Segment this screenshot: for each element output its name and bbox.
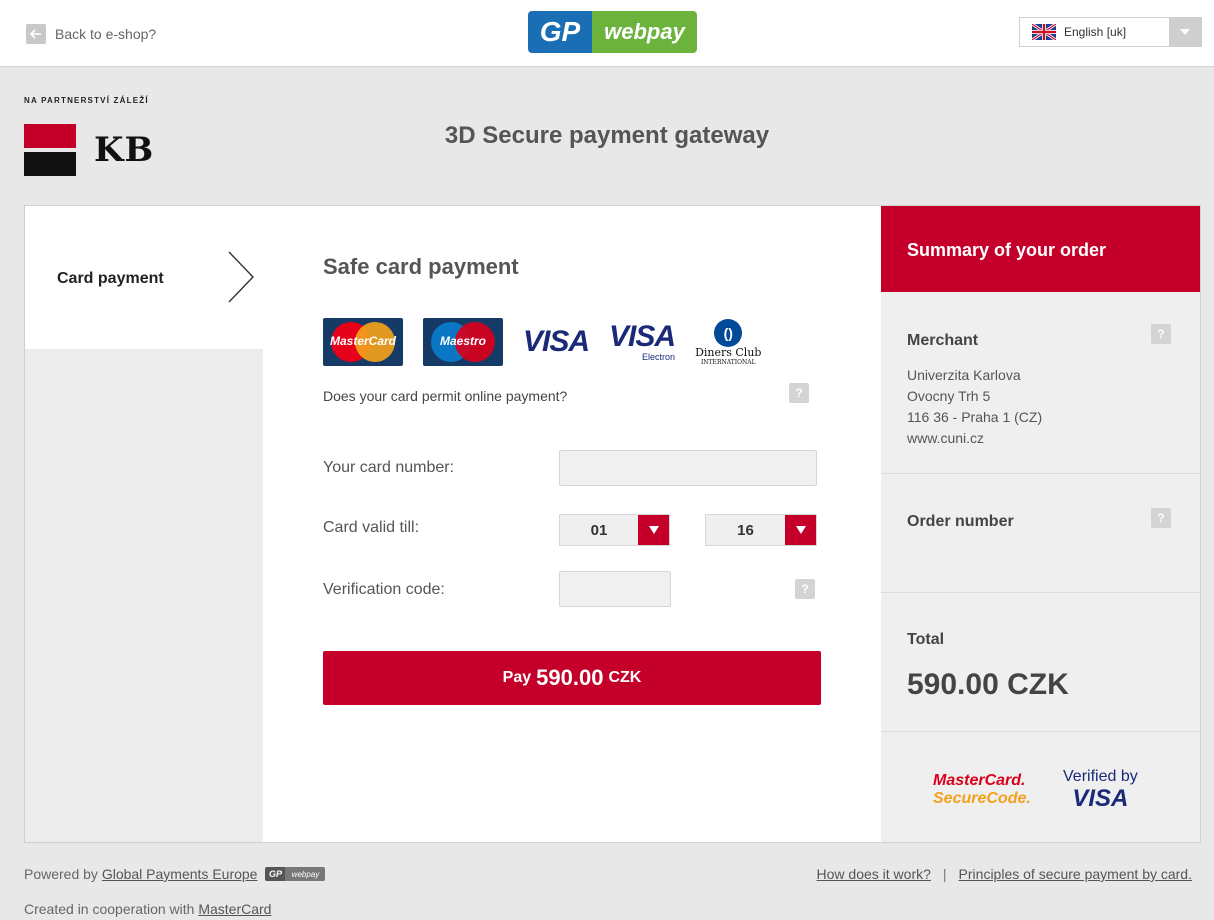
top-bar: Back to e-shop? GP webpay English [uk] [0,0,1214,67]
gp-webpay-logo: GP webpay [528,11,697,53]
merchant-address: Univerzita Karlova Ovocny Trh 5 116 36 -… [907,365,1042,449]
diners-mark-icon: () [714,318,743,347]
help-icon-order[interactable]: ? [1151,508,1171,528]
bank-tagline: NA PARTNERSTVÍ ZÁLEŽÍ [24,96,149,105]
how-does-it-work-link[interactable]: How does it work? [817,866,931,882]
card-permit-question: Does your card permit online payment? [323,388,568,404]
pay-amount: 590.00 [536,665,604,690]
chevron-down-icon [785,515,816,545]
visa-electron-text: VISA [609,320,676,353]
diners-subtext: INTERNATIONAL [700,358,756,366]
vbv-line1: Verified by [1063,768,1138,785]
payment-panel: Card payment Safe card payment MasterCar… [24,205,1201,843]
visa-electron-logo: VISA Electron [609,320,676,363]
valid-till-label: Card valid till: [323,519,420,536]
help-icon-cvc[interactable]: ? [795,579,815,599]
card-form: Safe card payment MasterCard Maestro VIS… [263,206,881,842]
diners-text: Diners Club [695,345,762,359]
step-card-payment[interactable]: Card payment [25,206,263,349]
help-icon-merchant[interactable]: ? [1151,324,1171,344]
footer-separator: | [942,866,947,882]
back-label: Back to e-shop? [55,26,157,42]
pay-button[interactable]: Pay 590.00 CZK [323,651,821,705]
language-label: English [uk] [1064,25,1127,39]
pay-currency: CZK [608,669,642,686]
uk-flag-icon [1032,24,1056,40]
card-number-input[interactable] [559,450,817,486]
mastercard-text: MasterCard [329,334,397,348]
gp-logo-left: GP [528,11,592,53]
mastercard-link[interactable]: MasterCard [198,901,271,917]
form-title: Safe card payment [323,254,519,279]
merchant-city: 116 36 - Praha 1 (CZ) [907,409,1043,425]
summary-header: Summary of your order [881,206,1200,292]
order-summary: Summary of your order Merchant ? Univerz… [881,206,1200,842]
chevron-down-icon[interactable] [1169,18,1201,46]
steps-sidebar: Card payment [25,206,263,842]
mini-logo-right: webpay [285,867,326,881]
expiry-year-select[interactable]: 16 [705,514,817,546]
expiry-month-value: 01 [590,521,608,539]
back-to-eshop-link[interactable]: Back to e-shop? [26,24,156,44]
summary-title: Summary of your order [907,240,1107,260]
gp-logo-right: webpay [592,11,697,53]
visa-logo: VISA [523,325,590,358]
mastercard-logo: MasterCard [323,318,403,366]
mini-logo-left: GP [265,867,286,881]
footer-cooperation: Created in cooperation with MasterCard [24,901,271,917]
secure-payment-principles-link[interactable]: Principles of secure payment by card. [959,866,1192,882]
help-icon-permit[interactable]: ? [789,383,809,403]
powered-prefix: Powered by [24,866,98,882]
footer-links: How does it work? | Principles of secure… [817,866,1192,882]
diners-club-logo: () Diners Club INTERNATIONAL [695,318,762,366]
language-select[interactable]: English [uk] [1019,17,1202,47]
expiry-month-select[interactable]: 01 [559,514,670,546]
chevron-right-icon [228,251,254,303]
verification-code-input[interactable] [559,571,671,607]
cooperation-prefix: Created in cooperation with [24,901,195,917]
expiry-year-value: 16 [737,521,754,539]
chevron-down-icon [638,515,669,545]
verified-by-visa-logo: Verified by VISA [1063,768,1138,812]
merchant-website: www.cuni.cz [907,430,985,446]
gp-webpay-mini-logo: GP webpay [265,867,326,881]
order-number-section: Order number ? [881,474,1200,593]
merchant-title: Merchant [907,332,979,349]
total-title: Total [907,631,945,648]
visa-electron-subtext: Electron [642,352,676,362]
page-title: 3D Secure payment gateway [444,122,770,149]
total-section: Total [881,593,1200,732]
arrow-left-icon [26,24,46,44]
maestro-logo: Maestro [423,318,503,366]
securecode-line2: SecureCode. [933,790,1031,807]
accepted-cards: MasterCard Maestro VISA VISA Electron ()… [323,318,761,366]
mastercard-securecode-logo: MasterCard. SecureCode. [933,772,1031,808]
order-number-title: Order number [907,513,1014,530]
card-number-label: Your card number: [323,459,455,476]
maestro-text: Maestro [439,334,486,348]
footer-powered-by: Powered by Global Payments Europe GP web… [24,866,326,882]
verification-code-label: Verification code: [323,581,445,598]
global-payments-link[interactable]: Global Payments Europe [102,866,258,882]
step-label: Card payment [57,270,164,287]
securecode-line1: MasterCard. [933,772,1026,789]
merchant-street: Ovocny Trh 5 [907,388,991,404]
pay-prefix: Pay [502,669,532,686]
merchant-name: Univerzita Karlova [907,367,1021,383]
vbv-line2: VISA [1072,785,1129,812]
total-value: 590.00 CZK [907,668,1069,701]
